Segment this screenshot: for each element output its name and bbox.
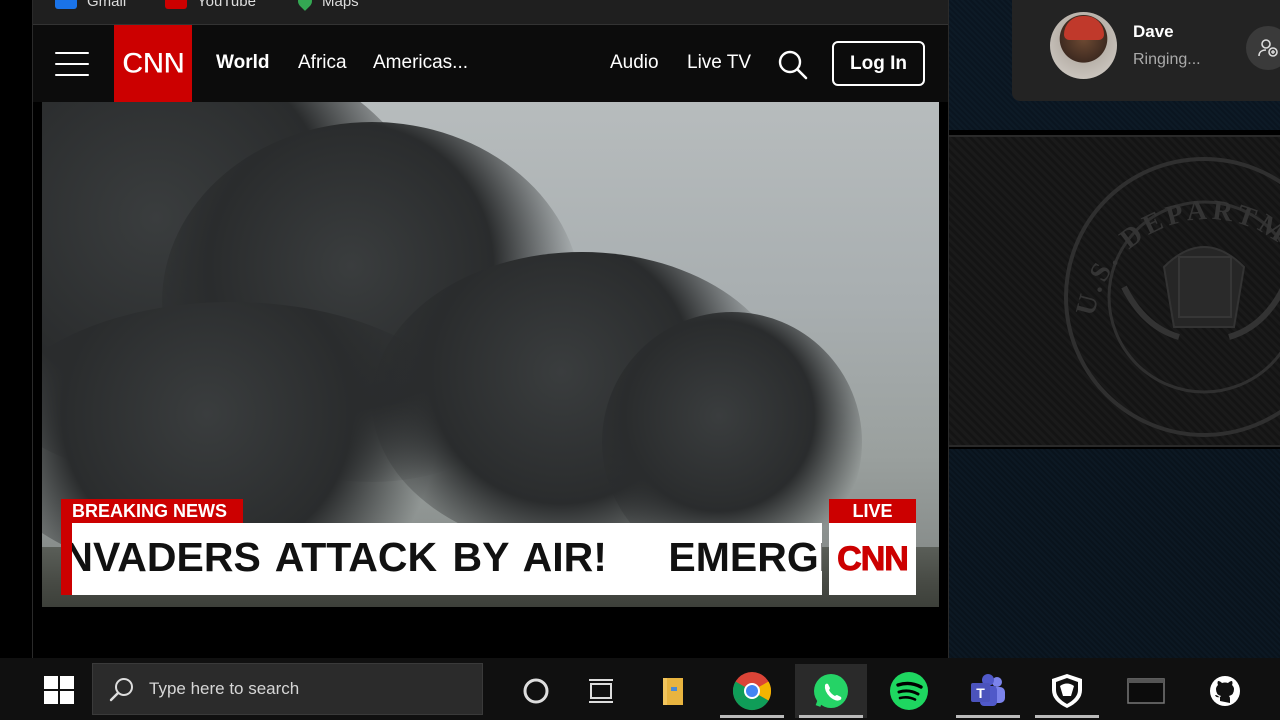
nav-africa[interactable]: Africa [298,52,347,74]
bookmark-label: Maps [322,0,359,10]
menu-icon[interactable] [55,51,91,77]
cnn-live-logo: CNN [837,539,910,578]
cnn-logo[interactable]: CNN [114,25,192,102]
maps-icon [295,0,315,11]
whatsapp-icon[interactable] [795,664,867,718]
ticker-text: INVADERS ATTACK BY AIR! EMERGENCY [72,534,822,580]
people-icon [1258,39,1278,57]
youtube-icon [165,0,187,9]
cnn-header: CNN World Africa Americas... Audio Live … [33,25,948,102]
cnn-logo-text: CNN [122,46,186,80]
running-indicator [956,715,1020,718]
bookmark-youtube[interactable]: YouTube [165,0,256,11]
news-ticker: INVADERS ATTACK BY AIR! EMERGENCY [72,523,822,595]
background-panel [949,449,1280,658]
terminal-icon[interactable] [1110,664,1182,718]
chrome-icon[interactable] [716,664,788,718]
bookmark-maps[interactable]: Maps [295,0,359,11]
bookmarks-bar: Gmail YouTube Maps [33,0,948,25]
task-view-icon[interactable] [565,664,637,718]
running-indicator [720,715,784,718]
bookmark-label: Gmail [87,0,127,10]
gmail-icon [55,0,77,9]
avatar [1050,12,1117,79]
bookmark-gmail[interactable]: Gmail [55,0,126,11]
search-icon [109,678,133,702]
bookmark-label: YouTube [197,0,256,10]
search-placeholder: Type here to search [149,679,300,698]
guardian-icon[interactable] [1031,664,1103,718]
nav-audio[interactable]: Audio [610,52,659,74]
call-status: Ringing... [1133,51,1201,68]
cortana-icon[interactable] [500,664,572,718]
call-notification[interactable]: Dave Ringing... [1012,0,1280,101]
nav-americas[interactable]: Americas... [373,52,468,74]
folder-icon[interactable] [637,664,709,718]
caller-name: Dave [1133,22,1174,41]
login-button[interactable]: Log In [832,41,925,86]
github-icon[interactable] [1189,664,1261,718]
search-icon[interactable] [777,49,809,81]
live-logo-box: CNN [829,523,916,595]
taskbar-search-input[interactable]: Type here to search [92,663,483,715]
windows-start-icon[interactable] [37,668,81,712]
svg-text:T: T [976,685,985,701]
dhs-seal-panel: U.S. DEPARTMENT OF HOMELAND SECURITY [949,135,1280,447]
dhs-seal-icon: U.S. DEPARTMENT OF HOMELAND SECURITY [1054,147,1280,437]
teams-icon[interactable]: T [952,664,1024,718]
spotify-icon[interactable] [873,664,945,718]
running-indicator [1035,715,1099,718]
running-indicator [799,715,863,718]
taskbar: Type here to search T [0,658,1280,720]
ticker-accent [61,523,72,595]
desktop: Gmail YouTube Maps CNN World Africa Amer… [0,0,1280,720]
nav-world[interactable]: World [216,52,269,74]
browser-window: Gmail YouTube Maps CNN World Africa Amer… [32,0,949,658]
breaking-news-tag: BREAKING NEWS [61,499,243,523]
nav-live-tv[interactable]: Live TV [687,52,751,74]
news-video[interactable]: BREAKING NEWS INVADERS ATTACK BY AIR! EM… [42,102,939,607]
live-tag: LIVE [829,499,916,523]
add-people-button[interactable] [1246,26,1280,70]
